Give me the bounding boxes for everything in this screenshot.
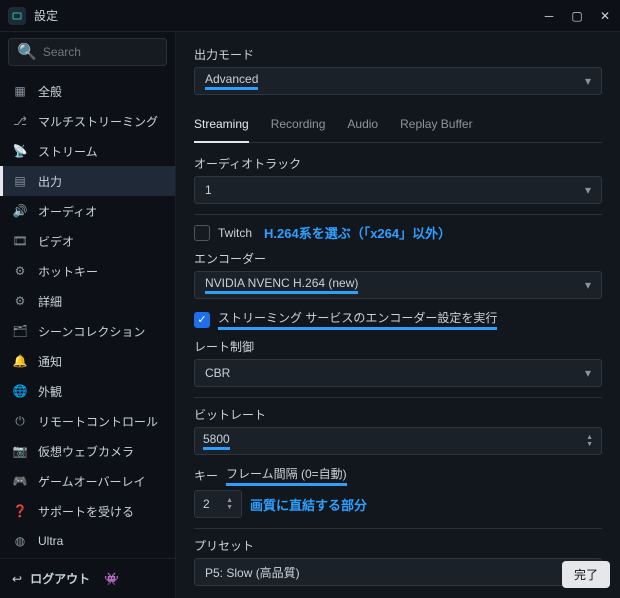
- keyframe-prefix: キー: [194, 467, 218, 484]
- spinner-icons[interactable]: ▲▼: [226, 497, 233, 511]
- power-icon: ⏻: [12, 414, 28, 429]
- output-icon: ▤: [12, 174, 28, 188]
- close-button[interactable]: ✕: [598, 9, 612, 23]
- output-mode-select[interactable]: Advanced ▾: [194, 67, 602, 95]
- logout-button[interactable]: ログアウト: [30, 570, 90, 587]
- sidebar-item-label: ストリーム: [38, 143, 98, 160]
- sidebar-item-label: マルチストリーミング: [38, 113, 158, 130]
- sidebar-item-label: 詳細: [38, 293, 62, 310]
- tab-recording[interactable]: Recording: [271, 111, 326, 142]
- globe-icon: 🌐: [12, 384, 28, 398]
- help-icon: ❓: [12, 504, 28, 518]
- sidebar-item-8[interactable]: 🗂 シーンコレクション: [0, 316, 175, 346]
- search-input[interactable]: [43, 45, 198, 59]
- audio-track-label: オーディオトラック: [194, 155, 602, 172]
- app-icon: [8, 7, 26, 25]
- antenna-icon: 📡: [12, 144, 28, 158]
- encoder-value: NVIDIA NVENC H.264 (new): [205, 276, 358, 294]
- sidebar-item-10[interactable]: 🌐 外観: [0, 376, 175, 406]
- sidebar-item-2[interactable]: 📡 ストリーム: [0, 136, 175, 166]
- keyframe-input[interactable]: 2 ▲▼: [194, 490, 242, 518]
- chevron-down-icon: ▾: [585, 278, 591, 292]
- sidebar-item-13[interactable]: 🎮 ゲームオーバーレイ: [0, 466, 175, 496]
- keyframe-label: フレーム間隔 (0=自動): [226, 465, 347, 486]
- spinner-icons[interactable]: ▲▼: [586, 434, 593, 448]
- bitrate-input[interactable]: 5800 ▲▼: [194, 427, 602, 455]
- sidebar-item-label: ゲームオーバーレイ: [38, 473, 146, 490]
- sliders-icon: ⚙: [12, 294, 28, 308]
- minimize-button[interactable]: ─: [542, 9, 556, 23]
- encoder-label: エンコーダー: [194, 250, 602, 267]
- sidebar-item-label: ビデオ: [38, 233, 74, 250]
- sidebar-item-0[interactable]: ▦ 全般: [0, 76, 175, 106]
- bell-icon: 🔔: [12, 354, 28, 368]
- output-mode-label: 出力モード: [194, 46, 602, 63]
- chevron-down-icon: ▾: [585, 183, 591, 197]
- twitch-glitch-icon: 👾: [104, 572, 119, 586]
- logout-icon: ↩: [12, 572, 22, 586]
- collection-icon: 🗂: [12, 324, 28, 338]
- preset-label: プリセット: [194, 537, 602, 554]
- sidebar-item-label: 外観: [38, 383, 62, 400]
- chevron-down-icon: ▾: [585, 74, 591, 88]
- ultra-icon: ◍: [12, 534, 28, 548]
- output-mode-value: Advanced: [205, 72, 258, 90]
- sidebar-item-label: シーンコレクション: [38, 323, 145, 340]
- search-box[interactable]: 🔍: [8, 38, 167, 66]
- done-button[interactable]: 完了: [562, 561, 610, 588]
- tab-replay-buffer[interactable]: Replay Buffer: [400, 111, 473, 142]
- encoder-service-checkbox[interactable]: [194, 312, 210, 328]
- sidebar-item-14[interactable]: ❓ サポートを受ける: [0, 496, 175, 526]
- camera-icon: 📷: [12, 444, 28, 458]
- tab-audio[interactable]: Audio: [347, 111, 378, 142]
- sidebar-item-label: ホットキー: [38, 263, 98, 280]
- sidebar-item-12[interactable]: 📷 仮想ウェブカメラ: [0, 436, 175, 466]
- preset-select[interactable]: P5: Slow (高品質) ▾: [194, 558, 602, 586]
- tab-streaming[interactable]: Streaming: [194, 111, 249, 143]
- sidebar-item-label: 仮想ウェブカメラ: [38, 443, 134, 460]
- twitch-checkbox[interactable]: [194, 225, 210, 241]
- rate-control-label: レート制御: [194, 338, 602, 355]
- grid-icon: ▦: [12, 84, 28, 98]
- encoder-select[interactable]: NVIDIA NVENC H.264 (new) ▾: [194, 271, 602, 299]
- sidebar-item-4[interactable]: 🔊 オーディオ: [0, 196, 175, 226]
- sidebar-item-label: Ultra: [38, 534, 63, 548]
- speaker-icon: 🔊: [12, 204, 28, 218]
- sidebar-item-3[interactable]: ▤ 出力: [0, 166, 175, 196]
- sidebar-item-6[interactable]: ⚙ ホットキー: [0, 256, 175, 286]
- sidebar-item-label: サポートを受ける: [38, 503, 134, 520]
- branch-icon: ⎇: [12, 114, 28, 128]
- sidebar-item-11[interactable]: ⏻ リモートコントロール: [0, 406, 175, 436]
- sidebar-item-label: リモートコントロール: [38, 413, 158, 430]
- chevron-down-icon: ▾: [585, 366, 591, 380]
- annotation-encoder-hint: H.264系を選ぶ（「x264」以外）: [264, 223, 451, 242]
- gear-icon: ⚙: [12, 264, 28, 278]
- search-icon: 🔍: [17, 42, 37, 62]
- window-title: 設定: [34, 7, 58, 24]
- encoder-service-checkbox-label: ストリーミング サービスのエンコーダー設定を実行: [218, 309, 497, 330]
- maximize-button[interactable]: ▢: [570, 9, 584, 23]
- sidebar-item-9[interactable]: 🔔 通知: [0, 346, 175, 376]
- twitch-checkbox-label: Twitch: [218, 226, 252, 240]
- sidebar-item-label: 出力: [38, 173, 62, 190]
- sidebar-item-7[interactable]: ⚙ 詳細: [0, 286, 175, 316]
- rate-control-select[interactable]: CBR ▾: [194, 359, 602, 387]
- sidebar-item-1[interactable]: ⎇ マルチストリーミング: [0, 106, 175, 136]
- audio-track-select[interactable]: 1 ▾: [194, 176, 602, 204]
- bitrate-label: ビットレート: [194, 406, 602, 423]
- sidebar-item-15[interactable]: ◍ Ultra: [0, 526, 175, 556]
- film-icon: 🎞: [12, 234, 28, 248]
- game-icon: 🎮: [12, 474, 28, 488]
- sidebar-item-label: 全般: [38, 83, 62, 100]
- sidebar-item-5[interactable]: 🎞 ビデオ: [0, 226, 175, 256]
- sidebar-item-label: 通知: [38, 353, 62, 370]
- sidebar-item-label: オーディオ: [38, 203, 97, 220]
- annotation-quality-hint: 画質に直結する部分: [250, 495, 367, 514]
